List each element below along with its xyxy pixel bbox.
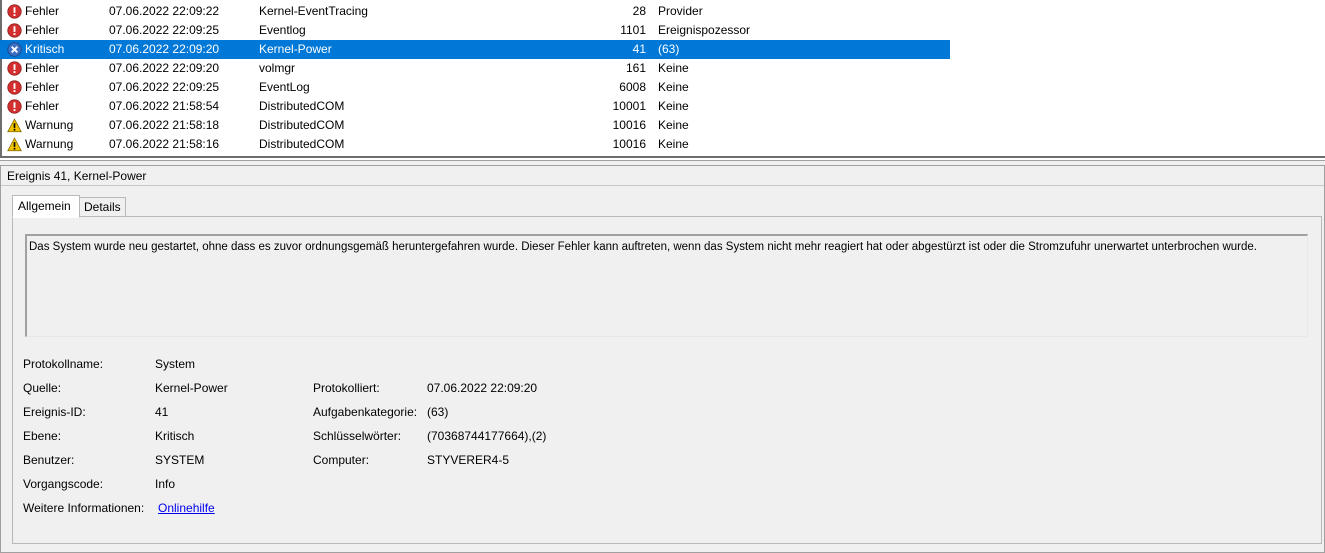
event-task-category: (63) [658, 42, 680, 56]
event-row[interactable]: Warnung 07.06.2022 21:58:18 DistributedC… [0, 116, 950, 135]
general-tab-panel: Das System wurde neu gestartet, ohne das… [12, 216, 1322, 544]
event-level: Warnung [25, 137, 74, 151]
event-source: Kernel-EventTracing [259, 4, 368, 18]
event-id-label: Ereignis-ID: [23, 405, 86, 419]
keywords-label: Schlüsselwörter: [313, 429, 402, 443]
event-row[interactable]: Fehler 07.06.2022 22:09:25 EventLog 6008… [0, 78, 950, 97]
event-id: 10016 [612, 137, 646, 151]
event-source: DistributedCOM [259, 137, 345, 151]
event-date: 07.06.2022 21:58:54 [109, 99, 220, 113]
event-detail-pane: Ereignis 41, Kernel-Power Allgemein Deta… [0, 160, 1325, 553]
event-row[interactable]: Fehler 07.06.2022 22:09:22 Kernel-EventT… [0, 2, 950, 21]
event-date: 07.06.2022 21:58:18 [109, 118, 220, 132]
event-id: 161 [625, 61, 646, 75]
error-icon [7, 80, 22, 95]
event-id: 10016 [612, 118, 646, 132]
opcode-label: Vorgangscode: [23, 477, 104, 491]
computer-value: STYVERER4-5 [427, 453, 510, 467]
event-row[interactable]: Fehler 07.06.2022 22:09:25 Eventlog 1101… [0, 21, 950, 40]
task-category-value: (63) [427, 405, 449, 419]
event-source: EventLog [259, 80, 310, 94]
event-source: DistributedCOM [259, 118, 345, 132]
event-level: Fehler [25, 4, 60, 18]
list-bottom-border [0, 156, 1325, 158]
event-task-category: Keine [658, 80, 689, 94]
event-source: volmgr [259, 61, 296, 75]
logged-label: Protokolliert: [313, 381, 380, 395]
source-label: Quelle: [23, 381, 62, 395]
event-task-category: Keine [658, 61, 689, 75]
user-label: Benutzer: [23, 453, 75, 467]
error-icon [7, 99, 22, 114]
event-id: 1101 [620, 23, 646, 37]
event-task-category: Keine [658, 118, 689, 132]
keywords-value: (70368744177664),(2) [427, 429, 547, 443]
warning-icon [7, 118, 22, 133]
event-list[interactable]: Fehler 07.06.2022 22:09:22 Kernel-EventT… [0, 0, 1325, 158]
task-category-label: Aufgabenkategorie: [313, 405, 418, 419]
event-id: 6008 [619, 80, 646, 94]
event-id: 28 [632, 4, 646, 18]
event-source: Eventlog [259, 23, 306, 37]
event-level: Fehler [25, 61, 60, 75]
event-row[interactable]: Fehler 07.06.2022 21:58:54 DistributedCO… [0, 97, 950, 116]
event-task-category: Ereignispozessor [658, 23, 751, 37]
event-level: Fehler [25, 23, 60, 37]
event-source: Kernel-Power [259, 42, 332, 56]
error-icon [7, 4, 22, 19]
event-task-category: Provider [658, 4, 703, 18]
event-date: 07.06.2022 22:09:25 [109, 23, 220, 37]
event-date: 07.06.2022 22:09:20 [109, 42, 220, 56]
opcode-value: Info [155, 477, 176, 491]
error-icon [7, 23, 22, 38]
critical-icon [7, 42, 22, 57]
event-row[interactable]: Fehler 07.06.2022 22:09:20 volmgr 161 Ke… [0, 59, 950, 78]
event-level: Warnung [25, 118, 74, 132]
logged-value: 07.06.2022 22:09:20 [427, 381, 538, 395]
event-detail-header: Ereignis 41, Kernel-Power [7, 169, 147, 183]
header-divider [1, 185, 1324, 186]
log-name-label: Protokollname: [23, 357, 104, 371]
event-id-value: 41 [155, 405, 169, 419]
event-date: 07.06.2022 22:09:20 [109, 61, 220, 75]
error-icon [7, 61, 22, 76]
warning-icon [7, 137, 22, 152]
computer-label: Computer: [313, 453, 370, 467]
level-value: Kritisch [155, 429, 195, 443]
event-level: Kritisch [25, 42, 65, 56]
more-info-label: Weitere Informationen: [23, 501, 145, 515]
event-id: 10001 [612, 99, 646, 113]
event-date: 07.06.2022 22:09:22 [109, 4, 220, 18]
event-row[interactable]: Warnung 07.06.2022 21:58:16 DistributedC… [0, 135, 950, 154]
event-date: 07.06.2022 22:09:25 [109, 80, 220, 94]
source-value: Kernel-Power [155, 381, 228, 395]
user-value: SYSTEM [155, 453, 205, 467]
event-row-selected[interactable]: Kritisch 07.06.2022 22:09:20 Kernel-Powe… [0, 40, 950, 59]
tab-details[interactable]: Details [78, 197, 126, 217]
event-source: DistributedCOM [259, 99, 345, 113]
event-task-category: Keine [658, 99, 689, 113]
event-id: 41 [632, 42, 646, 56]
event-description[interactable]: Das System wurde neu gestartet, ohne das… [25, 234, 1308, 337]
level-label: Ebene: [23, 429, 62, 443]
event-date: 07.06.2022 21:58:16 [109, 137, 220, 151]
online-help-link[interactable]: Onlinehilfe [158, 501, 215, 515]
tab-general[interactable]: Allgemein [12, 195, 80, 218]
log-name-value: System [155, 357, 196, 371]
event-level: Fehler [25, 80, 60, 94]
event-task-category: Keine [658, 137, 689, 151]
event-level: Fehler [25, 99, 60, 113]
